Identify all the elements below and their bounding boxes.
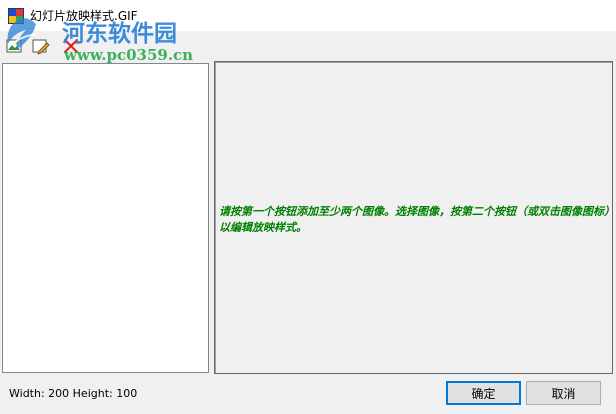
- image-list[interactable]: [2, 63, 209, 373]
- add-image-button[interactable]: [4, 35, 26, 57]
- preview-panel: 请按第一个按钮添加至少两个图像。选择图像，按第二个按钮（或双击图像图标）以编辑放…: [214, 61, 613, 374]
- watermark-site-name: 河东软件园: [62, 20, 177, 47]
- edit-image-button[interactable]: [30, 35, 52, 57]
- ok-button[interactable]: 确定: [446, 381, 521, 405]
- edit-image-icon: [32, 39, 50, 55]
- instructions-text: 请按第一个按钮添加至少两个图像。选择图像，按第二个按钮（或双击图像图标）以编辑放…: [219, 205, 610, 234]
- watermark-url: www.pc0359.cn: [64, 46, 194, 64]
- size-label: Width: 200 Height: 100: [9, 387, 138, 400]
- app-icon: [8, 8, 24, 24]
- cancel-button[interactable]: 取消: [526, 381, 601, 405]
- add-image-icon: [6, 39, 22, 53]
